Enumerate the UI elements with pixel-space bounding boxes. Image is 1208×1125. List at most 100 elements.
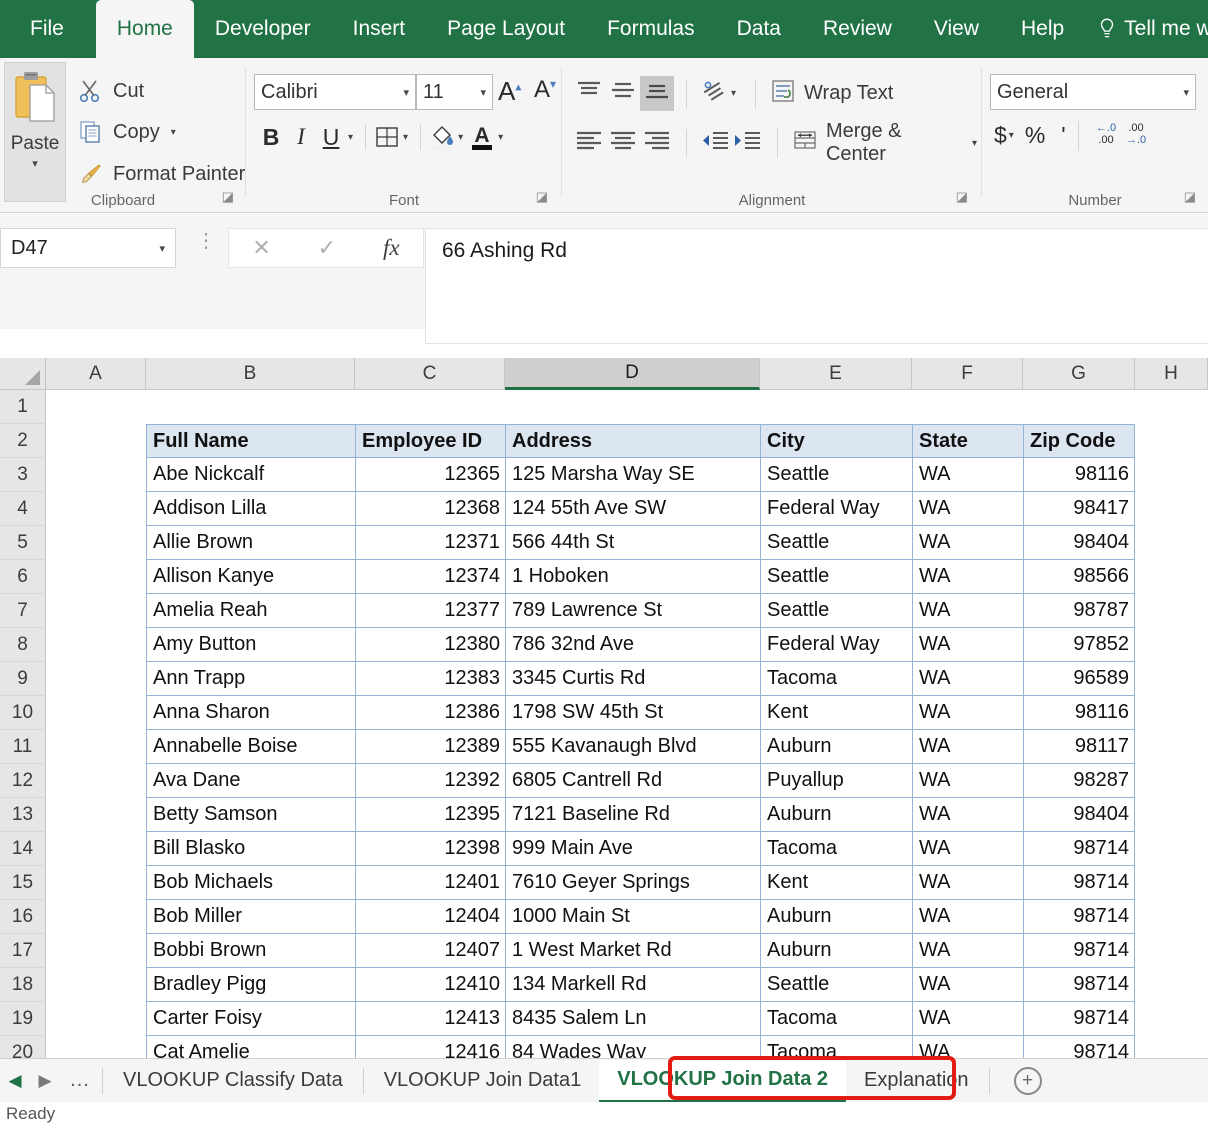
cell-E3[interactable]: Seattle — [760, 458, 912, 492]
select-all-corner[interactable] — [0, 358, 46, 390]
number-format-select[interactable]: General ▾ — [990, 74, 1196, 110]
table-header-cell-F2[interactable]: State — [912, 424, 1023, 458]
cell-C3[interactable]: 12365 — [355, 458, 505, 492]
chevron-down-icon[interactable]: ▾ — [498, 132, 503, 143]
cell-C6[interactable]: 12374 — [355, 560, 505, 594]
cell-C15[interactable]: 12401 — [355, 866, 505, 900]
cell-C11[interactable]: 12389 — [355, 730, 505, 764]
row-header-7[interactable]: 7 — [0, 594, 46, 628]
tell-me-box[interactable]: Tell me what you — [1085, 0, 1208, 58]
row-header-12[interactable]: 12 — [0, 764, 46, 798]
row-header-8[interactable]: 8 — [0, 628, 46, 662]
merge-and-center-button[interactable]: Merge & Center ▾ — [792, 120, 982, 166]
cell-F8[interactable]: WA — [912, 628, 1023, 662]
cell-F17[interactable]: WA — [912, 934, 1023, 968]
cell-D16[interactable]: 1000 Main St — [505, 900, 760, 934]
cell-F4[interactable]: WA — [912, 492, 1023, 526]
cell-B18[interactable]: Bradley Pigg — [146, 968, 355, 1002]
font-color-icon[interactable]: A — [468, 120, 496, 154]
cell-G13[interactable]: 98404 — [1023, 798, 1135, 832]
fill-color-icon[interactable] — [428, 120, 456, 154]
sheet-tab-vlookup-join-data-2[interactable]: VLOOKUP Join Data 2 — [599, 1060, 846, 1102]
cell-C12[interactable]: 12392 — [355, 764, 505, 798]
chevron-down-icon[interactable]: ▾ — [32, 157, 38, 170]
cell-F12[interactable]: WA — [912, 764, 1023, 798]
cell-F9[interactable]: WA — [912, 662, 1023, 696]
underline-button[interactable]: U — [316, 120, 346, 154]
currency-button[interactable]: $ — [994, 122, 1007, 149]
row-header-16[interactable]: 16 — [0, 900, 46, 934]
decrease-indent-icon[interactable] — [699, 126, 731, 161]
cell-E12[interactable]: Puyallup — [760, 764, 912, 798]
font-size-input[interactable]: 11 ▾ — [416, 74, 493, 110]
align-right-icon[interactable] — [640, 126, 674, 161]
align-middle-icon[interactable] — [606, 76, 640, 111]
cell-G17[interactable]: 98714 — [1023, 934, 1135, 968]
cell-F3[interactable]: WA — [912, 458, 1023, 492]
cell-E8[interactable]: Federal Way — [760, 628, 912, 662]
cell-E6[interactable]: Seattle — [760, 560, 912, 594]
ribbon-tab-help[interactable]: Help — [1000, 0, 1085, 58]
row-header-13[interactable]: 13 — [0, 798, 46, 832]
cell-G16[interactable]: 98714 — [1023, 900, 1135, 934]
alignment-dialog-launcher[interactable]: ◪ — [956, 189, 968, 205]
cancel-icon[interactable]: ✕ — [252, 235, 270, 261]
cell-F16[interactable]: WA — [912, 900, 1023, 934]
align-top-icon[interactable] — [572, 76, 606, 111]
cell-C4[interactable]: 12368 — [355, 492, 505, 526]
name-box[interactable]: D47 ▾ — [0, 228, 176, 268]
font-name-input[interactable]: Calibri ▾ — [254, 74, 416, 110]
table-header-cell-C2[interactable]: Employee ID — [355, 424, 505, 458]
cell-D6[interactable]: 1 Hoboken — [505, 560, 760, 594]
font-dialog-launcher[interactable]: ◪ — [536, 189, 548, 205]
cell-C19[interactable]: 12413 — [355, 1002, 505, 1036]
ribbon-tab-review[interactable]: Review — [802, 0, 913, 58]
cell-B15[interactable]: Bob Michaels — [146, 866, 355, 900]
cell-E11[interactable]: Auburn — [760, 730, 912, 764]
cell-B19[interactable]: Carter Foisy — [146, 1002, 355, 1036]
cell-E14[interactable]: Tacoma — [760, 832, 912, 866]
cell-B10[interactable]: Anna Sharon — [146, 696, 355, 730]
chevron-down-icon[interactable]: ▾ — [480, 86, 486, 99]
chevron-down-icon[interactable]: ▾ — [731, 88, 736, 99]
row-header-3[interactable]: 3 — [0, 458, 46, 492]
cell-G9[interactable]: 96589 — [1023, 662, 1135, 696]
row-header-18[interactable]: 18 — [0, 968, 46, 1002]
column-header-d[interactable]: D — [505, 358, 760, 390]
cell-D19[interactable]: 8435 Salem Ln — [505, 1002, 760, 1036]
cell-G10[interactable]: 98116 — [1023, 696, 1135, 730]
table-header-cell-D2[interactable]: Address — [505, 424, 760, 458]
table-header-cell-E2[interactable]: City — [760, 424, 912, 458]
wrap-text-button[interactable]: Wrap Text — [770, 78, 893, 110]
increase-font-size-icon[interactable]: A▴ — [498, 76, 521, 107]
cell-G15[interactable]: 98714 — [1023, 866, 1135, 900]
cell-G14[interactable]: 98714 — [1023, 832, 1135, 866]
cell-C13[interactable]: 12395 — [355, 798, 505, 832]
ribbon-tab-insert[interactable]: Insert — [332, 0, 427, 58]
cell-F14[interactable]: WA — [912, 832, 1023, 866]
chevron-down-icon[interactable]: ▾ — [159, 242, 165, 255]
row-header-2[interactable]: 2 — [0, 424, 46, 458]
column-header-e[interactable]: E — [760, 358, 912, 390]
ribbon-tab-view[interactable]: View — [913, 0, 1000, 58]
column-header-b[interactable]: B — [146, 358, 355, 390]
cell-D7[interactable]: 789 Lawrence St — [505, 594, 760, 628]
row-header-9[interactable]: 9 — [0, 662, 46, 696]
cell-B14[interactable]: Bill Blasko — [146, 832, 355, 866]
increase-indent-icon[interactable] — [731, 126, 763, 161]
ribbon-tab-data[interactable]: Data — [716, 0, 802, 58]
table-header-cell-G2[interactable]: Zip Code — [1023, 424, 1135, 458]
borders-icon[interactable] — [373, 120, 401, 154]
ribbon-tab-formulas[interactable]: Formulas — [586, 0, 716, 58]
cell-F10[interactable]: WA — [912, 696, 1023, 730]
cell-B3[interactable]: Abe Nickcalf — [146, 458, 355, 492]
cell-B6[interactable]: Allison Kanye — [146, 560, 355, 594]
ribbon-tab-file[interactable]: File — [0, 0, 94, 58]
fx-icon[interactable]: fx — [383, 235, 400, 261]
paste-button[interactable]: Paste ▾ — [4, 62, 66, 202]
cell-E15[interactable]: Kent — [760, 866, 912, 900]
cell-E13[interactable]: Auburn — [760, 798, 912, 832]
cell-E4[interactable]: Federal Way — [760, 492, 912, 526]
decrease-font-size-icon[interactable]: A▾ — [534, 76, 556, 104]
row-header-5[interactable]: 5 — [0, 526, 46, 560]
